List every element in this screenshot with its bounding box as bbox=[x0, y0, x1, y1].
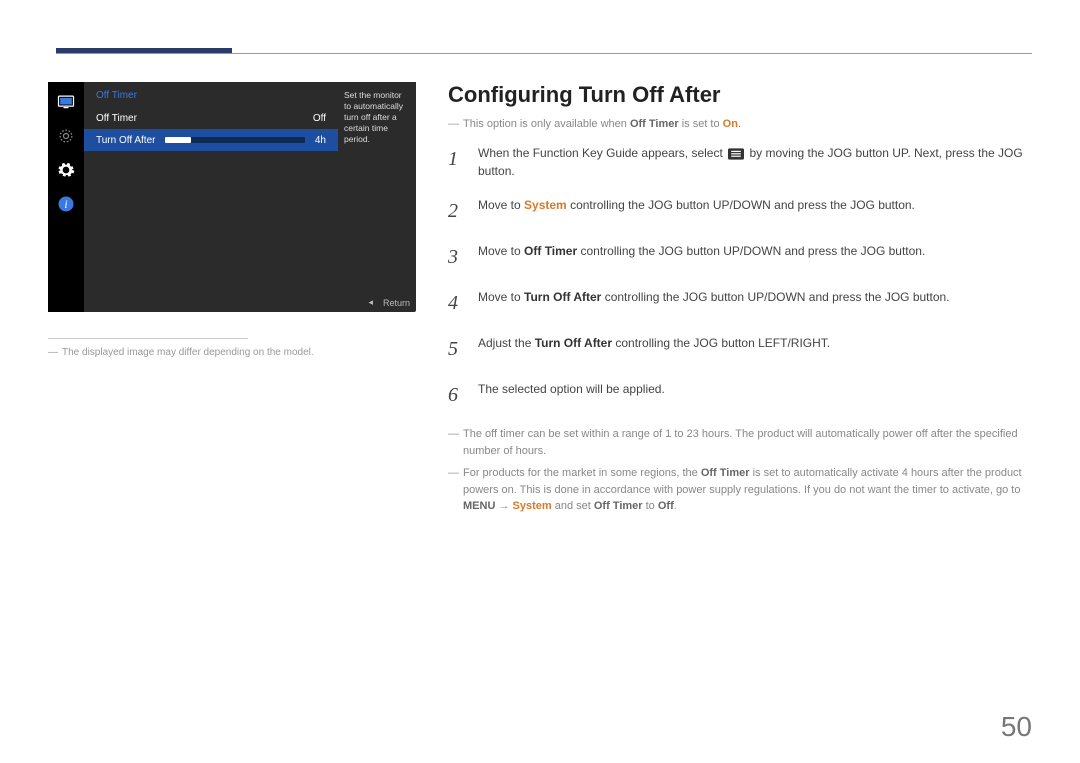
osd-description: Set the monitor to automatically turn of… bbox=[338, 82, 416, 153]
availability-note: ― This option is only available when Off… bbox=[448, 118, 1032, 130]
step-text: Adjust the Turn Off After controlling th… bbox=[478, 334, 830, 352]
back-arrow-icon: ◂ bbox=[368, 297, 373, 308]
step-1: 1 When the Function Key Guide appears, s… bbox=[448, 144, 1032, 180]
osd-row-value: 4h bbox=[315, 135, 326, 146]
footnote-text: The off timer can be set within a range … bbox=[463, 426, 1032, 459]
step-6: 6 The selected option will be applied. bbox=[448, 380, 1032, 410]
step-number: 4 bbox=[448, 288, 464, 318]
header-rule bbox=[48, 48, 1032, 58]
monitor-icon bbox=[54, 90, 78, 114]
osd-row-label: Turn Off After bbox=[96, 135, 155, 146]
step-number: 3 bbox=[448, 242, 464, 272]
header-line bbox=[56, 53, 1032, 54]
picture-icon bbox=[54, 124, 78, 148]
section-heading: Configuring Turn Off After bbox=[448, 82, 1032, 108]
footnotes: ― The off timer can be set within a rang… bbox=[448, 426, 1032, 515]
osd-return-hint: ◂ Return bbox=[368, 297, 410, 308]
step-text: Move to Turn Off After controlling the J… bbox=[478, 288, 950, 306]
footnote-2: ― For products for the market in some re… bbox=[448, 465, 1032, 515]
step-text: Move to System controlling the JOG butto… bbox=[478, 196, 915, 214]
dash-mark: ― bbox=[448, 118, 459, 130]
manual-page: i Off Timer Off Timer Off Turn Off After bbox=[0, 0, 1080, 763]
caption-text: The displayed image may differ depending… bbox=[62, 347, 314, 358]
footnote-text: For products for the market in some regi… bbox=[463, 465, 1032, 515]
step-2: 2 Move to System controlling the JOG but… bbox=[448, 196, 1032, 226]
caption-divider bbox=[48, 338, 248, 339]
content-columns: i Off Timer Off Timer Off Turn Off After bbox=[48, 82, 1032, 521]
osd-row-label: Off Timer bbox=[96, 113, 137, 124]
gear-icon bbox=[54, 158, 78, 182]
page-number: 50 bbox=[1001, 711, 1032, 743]
osd-slider-track bbox=[165, 137, 304, 143]
step-text: When the Function Key Guide appears, sel… bbox=[478, 144, 1032, 180]
right-column: Configuring Turn Off After ― This option… bbox=[448, 82, 1032, 521]
left-column: i Off Timer Off Timer Off Turn Off After bbox=[48, 82, 416, 521]
osd-return-label: Return bbox=[383, 298, 410, 308]
info-icon: i bbox=[54, 192, 78, 216]
step-number: 2 bbox=[448, 196, 464, 226]
step-number: 6 bbox=[448, 380, 464, 410]
step-5: 5 Adjust the Turn Off After controlling … bbox=[448, 334, 1032, 364]
osd-row-value: Off bbox=[313, 113, 326, 124]
step-4: 4 Move to Turn Off After controlling the… bbox=[448, 288, 1032, 318]
steps-list: 1 When the Function Key Guide appears, s… bbox=[448, 144, 1032, 410]
dash-mark: ― bbox=[448, 465, 459, 515]
svg-text:i: i bbox=[64, 198, 67, 211]
footnote-1: ― The off timer can be set within a rang… bbox=[448, 426, 1032, 459]
dash-mark: ― bbox=[448, 426, 459, 459]
osd-slider-fill bbox=[165, 137, 190, 143]
step-3: 3 Move to Off Timer controlling the JOG … bbox=[448, 242, 1032, 272]
step-text: Move to Off Timer controlling the JOG bu… bbox=[478, 242, 925, 260]
step-text: The selected option will be applied. bbox=[478, 380, 665, 398]
dash-mark: ― bbox=[48, 347, 58, 358]
step-number: 1 bbox=[448, 144, 464, 174]
menu-icon bbox=[728, 148, 744, 160]
note-text: This option is only available when Off T… bbox=[463, 118, 741, 130]
osd-main-panel: Off Timer Off Timer Off Turn Off After 4… bbox=[84, 82, 416, 312]
image-caption: ― The displayed image may differ dependi… bbox=[48, 347, 416, 358]
step-number: 5 bbox=[448, 334, 464, 364]
osd-screenshot: i Off Timer Off Timer Off Turn Off After bbox=[48, 82, 416, 312]
osd-sidebar: i bbox=[48, 82, 84, 312]
